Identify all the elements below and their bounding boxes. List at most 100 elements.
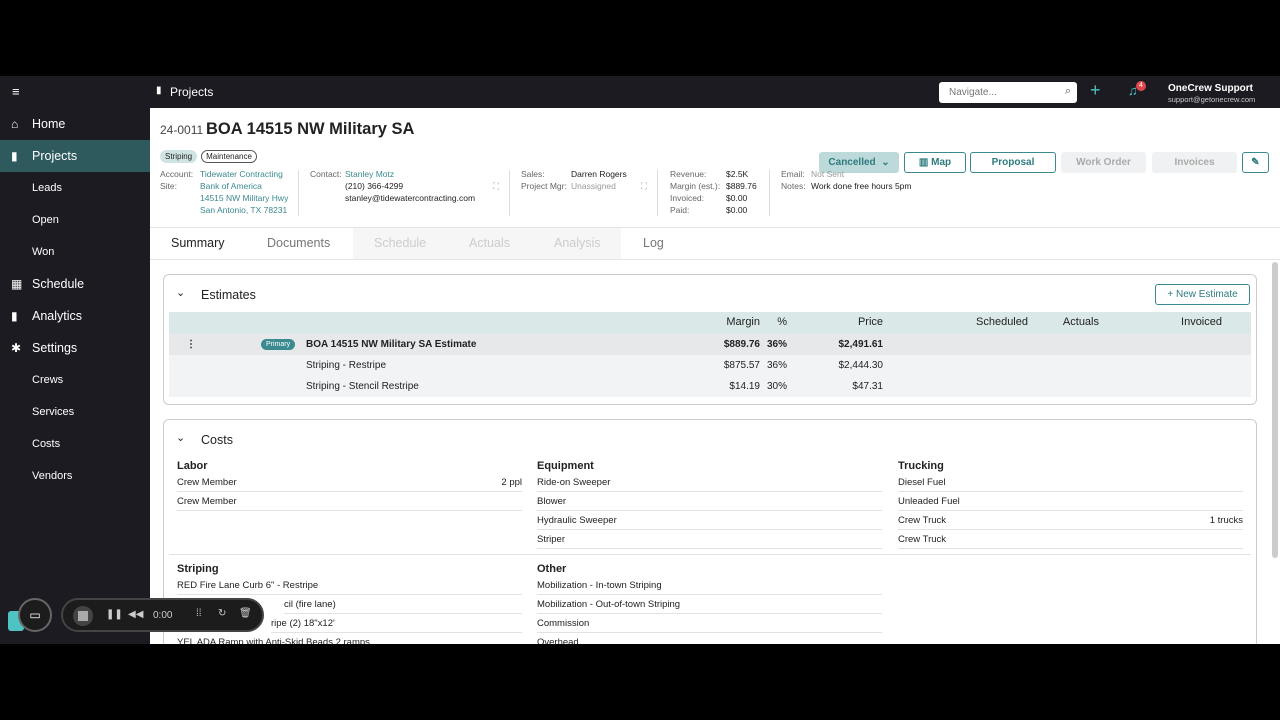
sidebar-item-label: Vendors (32, 470, 73, 482)
project-title: BOA 14515 NW Military SA (206, 120, 415, 138)
rewind-icon[interactable]: ◀◀ (128, 609, 143, 620)
sidebar-item-analytics[interactable]: ▮ Analytics (0, 300, 150, 332)
tag: Striping (160, 150, 198, 163)
sidebar-item-leads[interactable]: Leads (0, 172, 150, 204)
menu-icon[interactable]: ≡ (12, 84, 20, 99)
clipboard-icon: ▮ (156, 85, 162, 96)
stop-button[interactable] (73, 606, 93, 626)
list-item: Blower (537, 492, 882, 511)
list-item: RED Fire Lane Curb 6" - Restripe (177, 576, 522, 595)
section-title: Projects (170, 85, 214, 99)
list-item: Crew Member 2 ppl (177, 473, 522, 492)
expand-icon[interactable]: ⛶ (641, 180, 647, 192)
expand-icon[interactable]: ⛶ (493, 180, 499, 192)
costs-title: Costs (201, 433, 233, 447)
project-tags: Striping Maintenance (160, 146, 261, 164)
tab-summary[interactable]: Summary (171, 236, 224, 250)
list-item: Mobilization - Out-of-town Striping (537, 595, 882, 614)
recorder-controls: ❚❚ ◀◀ 0:00 ⁞⁞ ↻ 🗑 (61, 598, 264, 632)
project-number: 24-0011 (160, 123, 204, 137)
map-button[interactable]: ▥ Map (904, 152, 966, 173)
list-item: Hydraulic Sweeper (537, 511, 882, 530)
sidebar-item-label: Crews (32, 374, 64, 386)
search-icon[interactable]: ⌕ (1065, 85, 1071, 98)
user-name[interactable]: OneCrew Support (1168, 83, 1253, 94)
invoices-button[interactable]: Invoices (1152, 152, 1237, 173)
new-estimate-button[interactable]: + New Estimate (1155, 284, 1250, 305)
clipboard-icon: ▮ (11, 149, 18, 163)
grid-icon[interactable]: ⁞⁞ (196, 608, 202, 619)
sidebar-item-label: Home (32, 117, 66, 131)
restart-icon[interactable]: ↻ (218, 608, 226, 619)
add-icon[interactable]: + (1090, 80, 1101, 101)
proposal-button[interactable]: Proposal (970, 152, 1056, 173)
top-bar: ▮ Projects ⌕ + ♫ 4 OneCrew Support suppo… (150, 76, 1280, 108)
collapse-icon[interactable]: ⌄ (176, 431, 185, 444)
sidebar-item-won[interactable]: Won (0, 236, 150, 268)
sidebar-item-label: Won (32, 246, 55, 258)
app: ≡ ⌂ Home ▮ Projects Leads Open Won ▦ Schedule ▮ An… (0, 76, 1280, 644)
contact-link[interactable]: Stanley Motz (345, 168, 394, 180)
sidebar-item-label: Open (32, 214, 59, 226)
sidebar-item-open[interactable]: Open (0, 204, 150, 236)
trash-icon[interactable]: 🗑 (239, 608, 252, 619)
home-icon: ⌂ (11, 117, 19, 131)
sidebar-item-schedule[interactable]: ▦ Schedule (0, 268, 150, 300)
tab-schedule[interactable]: Schedule (374, 236, 426, 250)
map-icon: ▥ (918, 157, 932, 168)
list-item: Diesel Fuel (898, 473, 1243, 492)
sidebar-item-label: Services (32, 406, 75, 418)
sidebar-item-costs[interactable]: Costs (0, 428, 150, 460)
pause-icon[interactable]: ❚❚ (106, 609, 123, 620)
estimates-card: ⌄ Estimates + New Estimate Margin % Pric… (163, 274, 1257, 405)
list-item: Overhead (537, 633, 882, 644)
sidebar-item-vendors[interactable]: Vendors (0, 460, 150, 492)
list-item: Crew Member (177, 492, 522, 511)
edit-icon[interactable]: ✎ (1242, 152, 1269, 173)
sidebar-item-home[interactable]: ⌂ Home (0, 108, 150, 140)
tab-actuals[interactable]: Actuals (469, 236, 510, 250)
sidebar-item-crews[interactable]: Crews (0, 364, 150, 396)
kebab-menu-icon[interactable]: ⋮ (186, 334, 196, 355)
list-item: ripe (2) 18"x12' (271, 614, 522, 633)
recorder-time: 0:00 (153, 610, 173, 621)
navigate-search[interactable]: ⌕ (939, 82, 1077, 103)
list-item: Striper (537, 530, 882, 549)
sidebar-item-label: Schedule (32, 277, 85, 291)
site-link[interactable]: Bank of America (200, 180, 262, 192)
list-item: Unleaded Fuel (898, 492, 1243, 511)
estimates-title: Estimates (201, 288, 256, 302)
work-order-button[interactable]: Work Order (1061, 152, 1146, 173)
account-link[interactable]: Tidewater Contracting (200, 168, 283, 180)
list-item: Commission (537, 614, 882, 633)
calendar-icon: ▦ (11, 277, 23, 291)
table-row[interactable]: Striping - Restripe $875.57 36% $2,444.3… (169, 355, 1251, 376)
sidebar-item-label: Analytics (32, 309, 83, 323)
list-item: Mobilization - In-town Striping (537, 576, 882, 595)
camera-icon[interactable]: ▭ (18, 598, 52, 632)
sidebar-item-services[interactable]: Services (0, 396, 150, 428)
sidebar-item-settings[interactable]: ✱ Settings (0, 332, 150, 364)
costs-card: ⌄ Costs Labor Crew Member 2 ppl Crew Memb… (163, 419, 1257, 644)
scrollbar[interactable] (1272, 262, 1278, 558)
tab-analysis[interactable]: Analysis (554, 236, 601, 250)
navigate-input[interactable] (949, 83, 1059, 102)
table-row[interactable]: ⋮ Primary BOA 14515 NW Military SA Estim… (169, 334, 1251, 355)
list-item: Ride-on Sweeper (537, 473, 882, 492)
sidebar-item-label: Projects (32, 149, 78, 163)
sidebar-item-projects[interactable]: ▮ Projects (0, 140, 150, 172)
list-item: YEL ADA Ramp with Anti-Skid Beads 2 ramp… (177, 633, 522, 644)
sidebar: ≡ ⌂ Home ▮ Projects Leads Open Won ▦ Schedule ▮ An… (0, 76, 150, 644)
collapse-icon[interactable]: ⌄ (176, 286, 185, 299)
list-item: cil (fire lane) (284, 595, 522, 614)
user-email: support@getonecrew.com (1168, 95, 1256, 104)
tab-documents[interactable]: Documents (267, 236, 330, 250)
list-item: Crew Truck (898, 530, 1243, 549)
sidebar-item-label: Leads (32, 182, 62, 194)
table-row[interactable]: Striping - Stencil Restripe $14.19 30% $… (169, 376, 1251, 397)
list-item: Crew Truck 1 trucks (898, 511, 1243, 530)
gear-icon: ✱ (11, 341, 22, 355)
tab-log[interactable]: Log (643, 236, 664, 250)
sidebar-item-label: Costs (32, 438, 61, 450)
notification-badge: 4 (1136, 81, 1146, 91)
